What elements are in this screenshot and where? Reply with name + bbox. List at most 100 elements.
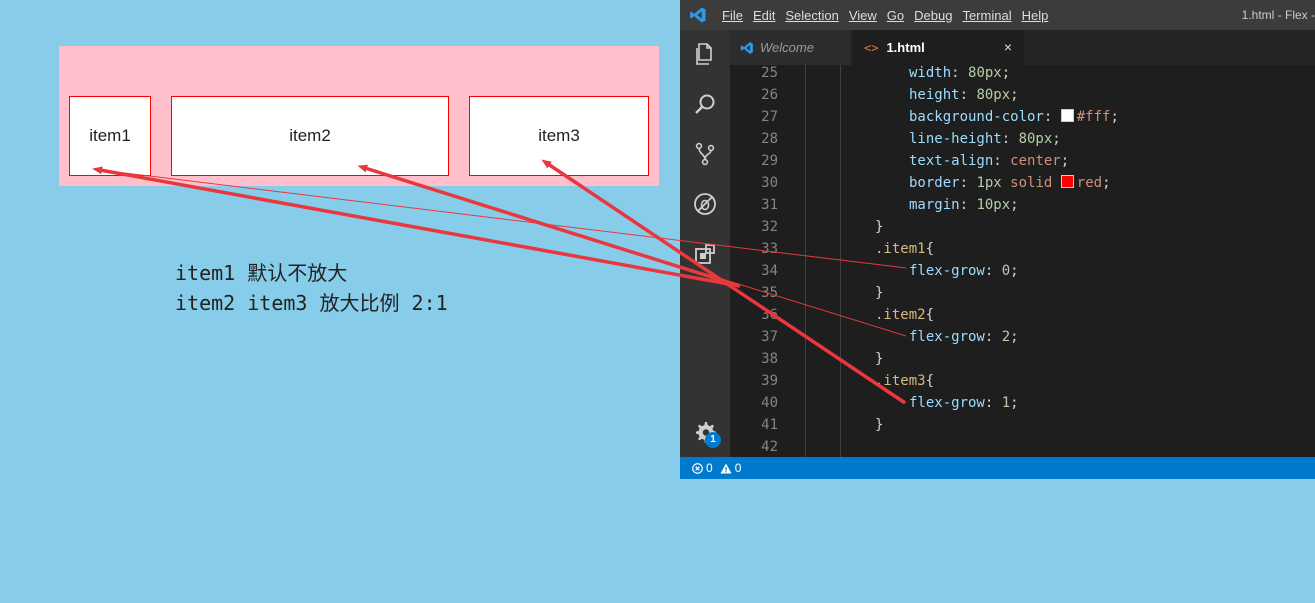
line-number: 31 — [761, 197, 778, 213]
code-token: red — [1076, 175, 1103, 191]
code-token: width — [909, 65, 952, 81]
code-token: 80px — [968, 65, 1002, 81]
line-code: flex-grow: 0; — [909, 260, 1019, 282]
code-line: 36 .item2{ — [730, 304, 1315, 326]
line-code: flex-grow: 1; — [909, 392, 1019, 414]
code-token: } — [875, 351, 884, 367]
code-token: solid — [1010, 175, 1053, 191]
code-token: .item1 — [875, 241, 926, 257]
code-token: { — [925, 307, 935, 323]
explorer-icon[interactable] — [693, 42, 717, 66]
code-token: #fff — [1076, 109, 1111, 125]
note-line-2: item2 item3 放大比例 2:1 — [175, 291, 448, 315]
line-code: background-color: #fff; — [909, 106, 1119, 128]
menu-bar: File Edit Selection View Go Debug Termin… — [722, 0, 1058, 30]
problems-indicator[interactable]: 0 0 — [692, 461, 741, 475]
code-token: line-height — [909, 131, 1002, 147]
code-token: : — [993, 153, 1011, 169]
code-token: border — [909, 175, 960, 191]
line-number: 32 — [761, 219, 778, 235]
window-title: 1.html - Flex - — [1241, 8, 1315, 22]
line-number: 30 — [761, 175, 778, 191]
vscode-logo-icon — [690, 7, 706, 23]
menu-view[interactable]: View — [849, 8, 877, 23]
code-line: 29 text-align: center; — [730, 150, 1315, 172]
line-code: } — [875, 414, 883, 436]
note-line-1: item1 默认不放大 — [175, 261, 348, 285]
menu-help[interactable]: Help — [1022, 8, 1049, 23]
close-tab-icon[interactable]: × — [1004, 39, 1012, 55]
menu-go[interactable]: Go — [887, 8, 904, 23]
line-code: width: 80px; — [909, 65, 1010, 84]
code-token: 80px — [976, 87, 1011, 103]
menu-selection[interactable]: Selection — [785, 8, 838, 23]
code-token: .item3 — [875, 373, 926, 389]
flex-item-1: item1 — [69, 96, 151, 176]
code-line: 30 border: 1px solid red; — [730, 172, 1315, 194]
code-line: 25 width: 80px; — [730, 65, 1315, 84]
line-number: 26 — [761, 87, 778, 103]
activity-bar: 1 — [680, 30, 730, 457]
code-token: ; — [1001, 65, 1011, 81]
line-code: .item1{ — [875, 238, 934, 260]
code-line: 42 — [730, 436, 1315, 457]
error-icon — [692, 462, 703, 474]
line-number: 29 — [761, 153, 778, 169]
code-line: 39 .item3{ — [730, 370, 1315, 392]
code-token: } — [875, 417, 884, 433]
code-line: 33 .item1{ — [730, 238, 1315, 260]
source-control-icon[interactable] — [693, 142, 717, 166]
code-editor[interactable]: 25 width: 80px; 26 height: 80px; 27 backgroun… — [730, 65, 1315, 457]
line-number: 25 — [761, 65, 778, 81]
code-token: flex-grow — [909, 329, 985, 345]
code-line: 32} — [730, 216, 1315, 238]
code-line: 34 flex-grow: 0; — [730, 260, 1315, 282]
menu-terminal[interactable]: Terminal — [962, 8, 1011, 23]
line-number: 34 — [761, 263, 778, 279]
line-number: 28 — [761, 131, 778, 147]
title-bar: File Edit Selection View Go Debug Termin… — [680, 0, 1315, 30]
line-code: border: 1px solid red; — [909, 172, 1111, 194]
line-number: 37 — [761, 329, 778, 345]
status-bar: 0 0 — [680, 457, 1315, 479]
menu-edit[interactable]: Edit — [753, 8, 775, 23]
code-line: 26 height: 80px; — [730, 84, 1315, 106]
code-token: text-align — [909, 153, 994, 169]
code-token: ; — [1052, 131, 1061, 147]
line-number: 36 — [761, 307, 778, 323]
tab-1-html[interactable]: <> 1.html × — [852, 30, 1024, 65]
code-token: background-color — [909, 109, 1044, 125]
code-token: ; — [1010, 197, 1019, 213]
menu-debug[interactable]: Debug — [914, 8, 952, 23]
code-line: 35} — [730, 282, 1315, 304]
menu-file[interactable]: File — [722, 8, 743, 23]
code-token: ; — [1060, 153, 1070, 169]
code-line: 41} — [730, 414, 1315, 436]
code-token: : — [1043, 109, 1061, 125]
extensions-icon[interactable] — [693, 242, 717, 266]
code-token: .item2 — [875, 307, 926, 323]
code-token: ; — [1010, 329, 1019, 345]
code-token: margin — [909, 197, 960, 213]
code-token: 2 — [1001, 329, 1011, 345]
code-token: : — [959, 175, 977, 191]
line-code: } — [875, 216, 883, 238]
line-number: 42 — [761, 439, 778, 455]
line-code: .item2{ — [875, 304, 934, 326]
code-token: ; — [1010, 395, 1019, 411]
line-number: 27 — [761, 109, 778, 125]
line-number: 39 — [761, 373, 778, 389]
code-token: : — [1001, 131, 1019, 147]
code-token: ; — [1010, 87, 1019, 103]
tab-welcome[interactable]: Welcome — [730, 30, 850, 65]
line-number: 41 — [761, 417, 778, 433]
code-token: ; — [1010, 263, 1019, 279]
search-icon[interactable] — [693, 92, 717, 116]
code-token: 0 — [1001, 263, 1011, 279]
line-code: line-height: 80px; — [909, 128, 1061, 150]
debug-icon[interactable] — [693, 192, 717, 216]
code-token: 10px — [976, 197, 1011, 213]
code-line: 37 flex-grow: 2; — [730, 326, 1315, 348]
line-number: 33 — [761, 241, 778, 257]
